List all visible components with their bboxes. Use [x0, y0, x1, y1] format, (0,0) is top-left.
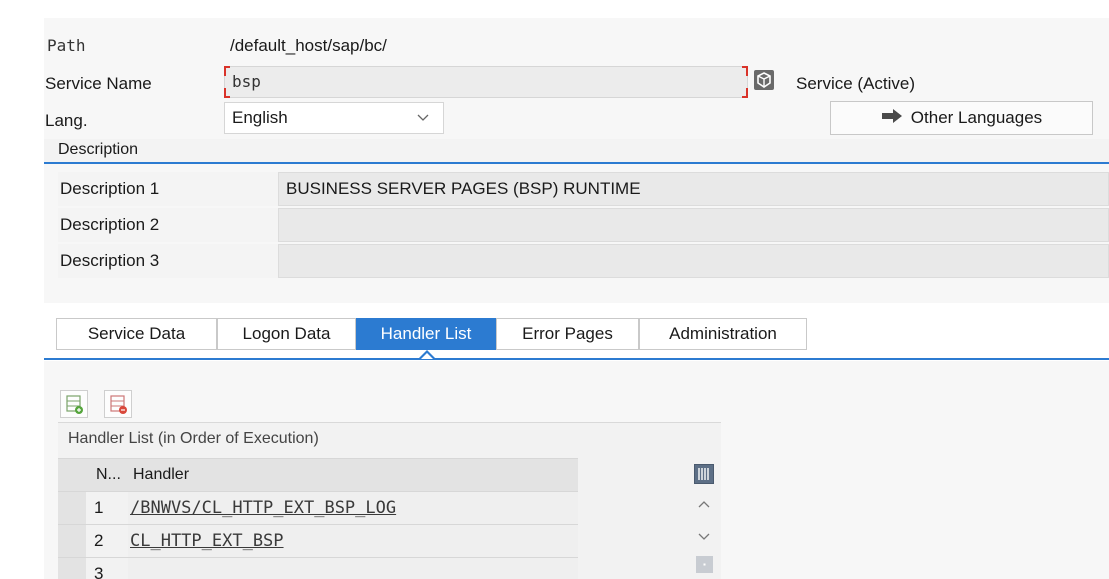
- scroll-up-icon[interactable]: [697, 497, 711, 517]
- service-status: Service (Active): [796, 74, 916, 93]
- arrow-right-icon: [881, 108, 903, 129]
- handler-cell[interactable]: [128, 558, 578, 579]
- description-group-header: Description: [44, 139, 1109, 164]
- table-row[interactable]: 2 CL_HTTP_EXT_BSP: [58, 524, 578, 557]
- path-value: /default_host/sap/bc/: [230, 36, 387, 55]
- description-2-label: Description 2: [58, 208, 278, 242]
- required-marker-left: [224, 66, 230, 76]
- row-number: 2: [94, 531, 104, 550]
- required-marker-right-bottom: [742, 88, 748, 98]
- path-label: Path: [47, 36, 86, 55]
- tab-logon-data[interactable]: Logon Data: [217, 318, 356, 350]
- chevron-down-icon: [417, 103, 429, 143]
- service-name-input[interactable]: bsp: [224, 66, 748, 98]
- column-header-handler[interactable]: Handler: [133, 459, 189, 491]
- service-name-value: bsp: [232, 72, 261, 91]
- table-row[interactable]: 3: [58, 557, 578, 579]
- handler-cell[interactable]: CL_HTTP_EXT_BSP: [128, 525, 578, 557]
- description-1-label: Description 1: [58, 172, 278, 206]
- row-selector[interactable]: [58, 525, 86, 557]
- handler-list-title: Handler List (in Order of Execution): [68, 430, 319, 447]
- delete-row-icon[interactable]: [104, 390, 132, 418]
- handler-list-header-row: N... Handler: [58, 458, 578, 491]
- active-tab-indicator-inner: [421, 353, 433, 359]
- handler-link[interactable]: /BNWVS/CL_HTTP_EXT_BSP_LOG: [130, 498, 396, 518]
- other-languages-label: Other Languages: [910, 108, 1043, 127]
- row-selector[interactable]: [58, 492, 86, 524]
- tab-strip-underline: [44, 358, 1109, 360]
- tab-service-data[interactable]: Service Data: [56, 318, 217, 350]
- required-marker-left-bottom: [224, 88, 230, 98]
- scroll-down-icon[interactable]: [697, 528, 711, 548]
- column-header-no[interactable]: N...: [96, 459, 121, 491]
- description-row-1: Description 1 BUSINESS SERVER PAGES (BSP…: [58, 172, 1109, 206]
- description-row-3: Description 3: [58, 244, 1109, 278]
- lang-select[interactable]: English: [224, 102, 444, 134]
- description-2-input[interactable]: [278, 208, 1109, 242]
- required-marker-right: [742, 66, 748, 76]
- description-3-label: Description 3: [58, 244, 278, 278]
- scrollbar-thumb[interactable]: [696, 556, 713, 573]
- handler-cell[interactable]: /BNWVS/CL_HTTP_EXT_BSP_LOG: [128, 492, 578, 524]
- other-languages-button[interactable]: Other Languages: [830, 101, 1093, 135]
- table-row[interactable]: 1 /BNWVS/CL_HTTP_EXT_BSP_LOG: [58, 491, 578, 524]
- description-header: Description: [58, 141, 139, 158]
- service-info-icon[interactable]: [754, 70, 774, 90]
- description-3-input[interactable]: [278, 244, 1109, 278]
- row-selector[interactable]: [58, 558, 86, 579]
- tab-administration[interactable]: Administration: [639, 318, 807, 350]
- tab-handler-list[interactable]: Handler List: [356, 318, 496, 350]
- row-number: 1: [94, 498, 104, 517]
- lang-select-value: English: [232, 108, 288, 127]
- row-number: 3: [94, 564, 104, 579]
- description-row-2: Description 2: [58, 208, 1109, 242]
- lang-label: Lang.: [45, 111, 88, 130]
- service-name-label: Service Name: [45, 74, 152, 93]
- tab-error-pages[interactable]: Error Pages: [496, 318, 639, 350]
- column-config-icon[interactable]: [694, 464, 714, 484]
- handler-link[interactable]: CL_HTTP_EXT_BSP: [130, 531, 284, 551]
- insert-row-icon[interactable]: [60, 390, 88, 418]
- description-1-input[interactable]: BUSINESS SERVER PAGES (BSP) RUNTIME: [278, 172, 1109, 206]
